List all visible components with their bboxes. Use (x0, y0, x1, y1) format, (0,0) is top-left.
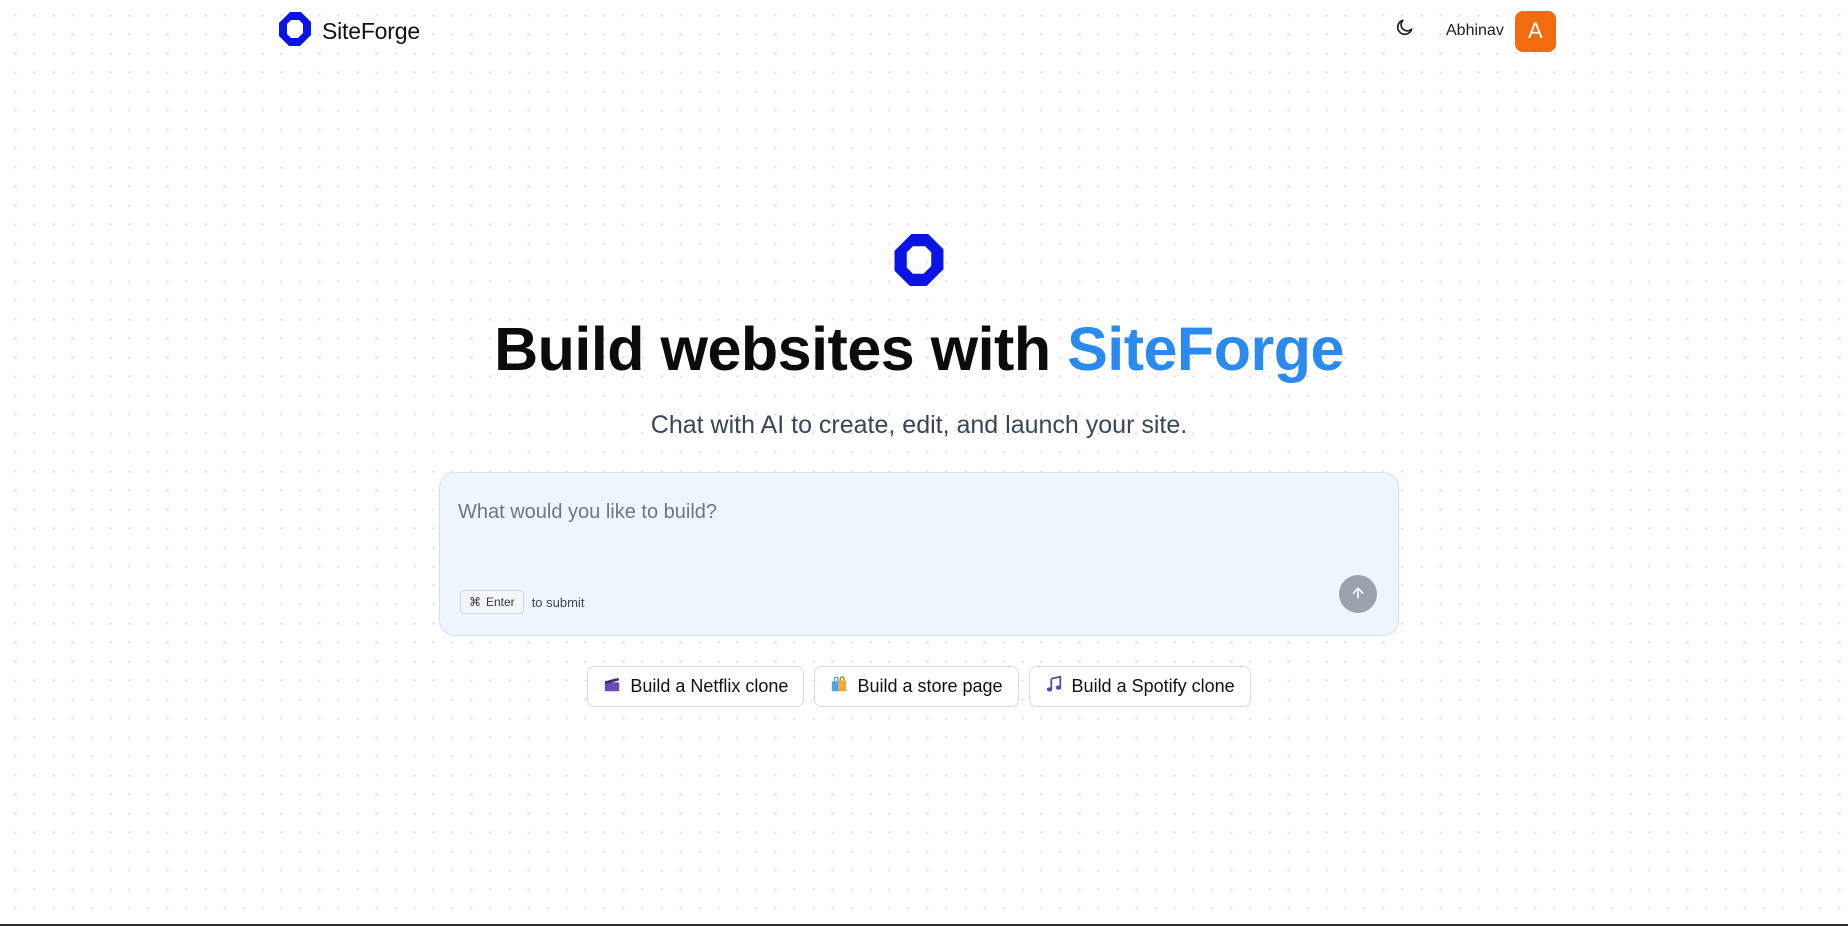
suggestion-netflix-clone[interactable]: Build a Netflix clone (587, 666, 805, 707)
brand-name: SiteForge (322, 17, 420, 44)
suggestion-label: Build a Netflix clone (630, 676, 789, 696)
hero-logo-icon (893, 231, 945, 294)
avatar-initial: A (1527, 18, 1543, 43)
enter-key-label: Enter (486, 595, 515, 609)
prompt-input[interactable] (458, 501, 1358, 561)
send-button[interactable] (1339, 575, 1377, 613)
suggestion-store-page[interactable]: Build a store page (814, 666, 1019, 707)
enter-key-badge: ⌘ Enter (460, 590, 524, 614)
clapperboard-icon (603, 675, 621, 698)
prompt-box: ⌘ Enter to submit (439, 472, 1399, 636)
title-accent: SiteForge (1067, 315, 1344, 383)
suggestion-label: Build a Spotify clone (1071, 676, 1235, 696)
command-key-icon: ⌘ (469, 595, 481, 609)
brand-home-link[interactable]: SiteForge (278, 11, 420, 52)
submit-hint: ⌘ Enter to submit (460, 590, 584, 614)
music-note-icon (1045, 675, 1063, 698)
top-nav: SiteForge Abhinav A (0, 0, 1848, 64)
submit-hint-text: to submit (531, 594, 585, 610)
user-menu[interactable]: Abhinav A (1446, 10, 1556, 52)
arrow-up-icon (1350, 585, 1366, 604)
suggestion-label: Build a store page (857, 676, 1003, 696)
suggestion-chips: Build a Netflix clone Build a store page… (0, 666, 1838, 707)
theme-toggle-button[interactable] (1392, 16, 1418, 42)
title-prefix: Build websites with (494, 315, 1051, 383)
siteforge-logo-icon (278, 11, 312, 52)
avatar[interactable]: A (1514, 10, 1556, 52)
moon-icon (1395, 17, 1415, 42)
suggestion-spotify-clone[interactable]: Build a Spotify clone (1028, 666, 1251, 707)
user-name: Abhinav (1446, 22, 1504, 39)
shopping-bag-icon (830, 675, 848, 698)
page-title: Build websites with SiteForge (0, 314, 1838, 384)
page-subtitle: Chat with AI to create, edit, and launch… (650, 411, 1188, 439)
